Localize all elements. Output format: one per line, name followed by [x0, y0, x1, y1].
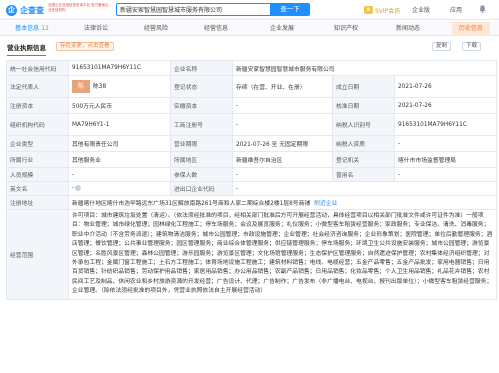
- legal-rep-cell: 陈陈38: [68, 75, 171, 98]
- search-box: [116, 3, 270, 16]
- established-label: 成立日期: [332, 75, 395, 98]
- table-row: 统一社会信用代码 91653101MA79H6Y11C 企业名称 新疆安家智慧园…: [6, 60, 497, 76]
- en-name-label: 英文名: [6, 181, 69, 196]
- section-title: 营业执照信息: [7, 44, 46, 56]
- bell-icon[interactable]: [478, 4, 487, 14]
- enterprise-link[interactable]: 企业版: [412, 5, 430, 14]
- address-cell: 新疆喀什地区喀什市浩罕路远东广场31区解放南路261号商和人家二期综合楼2楼1层…: [68, 195, 497, 210]
- logo-icon: 企: [6, 4, 17, 16]
- table-row: 企业类型 其他有限责任公司 营业期限 2021-07-26 至 无固定期限 纳税…: [6, 135, 497, 152]
- biz-reg-value: -: [232, 113, 333, 136]
- table-row: 注册资本 500万元人民币 实缴资本 - 核准日期 2021-07-26: [6, 97, 497, 114]
- staff-label: 人员规模: [6, 167, 69, 182]
- tab-legal[interactable]: 法律诉讼: [76, 22, 116, 36]
- authority-label: 登记机关: [332, 151, 395, 168]
- tab-ip[interactable]: 知识产权: [326, 22, 366, 36]
- biz-reg-label: 工商注册号: [170, 113, 233, 136]
- tab-bar: 基本信息 12 法律诉讼 经营风险 经营信息 企业发展 知识产权 新闻动态 历史信…: [0, 22, 499, 36]
- table-row: 组织机构代码 MA79H6Y1-1 工商注册号 - 纳税人识别号 9165310…: [6, 113, 497, 136]
- status-label: 登记状态: [170, 75, 233, 98]
- credit-code-label: 统一社会信用代码: [6, 60, 69, 76]
- term-value: 2021-07-26 至 无固定期限: [232, 135, 333, 152]
- address-label: 注册地址: [6, 195, 69, 210]
- tax-id-value: 91653101MA79H6Y11C: [394, 113, 497, 136]
- reg-capital-value: 500万元人民币: [68, 97, 171, 114]
- company-type-label: 企业类型: [6, 135, 69, 152]
- org-code-value: MA79H6Y1-1: [68, 113, 171, 136]
- scope-value: 许可项目：城市建筑垃圾处置（清运）。（依法须经批准的项目，经相关部门批准后方可开…: [68, 209, 497, 300]
- paid-capital-label: 实缴资本: [170, 97, 233, 114]
- authority-value: 喀什市市场监督管理局: [394, 151, 497, 168]
- section-header: 营业执照信息 存在变更，点击查看 复制 下载: [0, 38, 499, 56]
- scope-label: 经营范围: [6, 209, 69, 300]
- tab-development[interactable]: 企业发展: [262, 22, 302, 36]
- crown-icon: ♛: [364, 6, 373, 14]
- established-value: 2021-07-26: [394, 75, 497, 98]
- taxpayer-label: 纳税人资质: [332, 135, 395, 152]
- avatar: 陈: [72, 80, 90, 93]
- tab-count: 12: [41, 25, 49, 32]
- vip-link[interactable]: ♛ SVIP会员: [364, 5, 400, 15]
- company-name-value: 新疆安家智慧园智慧城市服务有限公司: [232, 60, 497, 76]
- insured-value: -: [232, 167, 333, 182]
- tab-label: 基本信息: [15, 25, 40, 32]
- info-icon[interactable]: [75, 185, 82, 192]
- tax-id-label: 纳税人识别号: [332, 113, 395, 136]
- region-label: 所属地区: [170, 151, 233, 168]
- industry-value: 其他服务业: [68, 151, 171, 168]
- table-row: 人员规模 - 参保人数 - 曾用名 -: [6, 167, 497, 182]
- logo-subtitle: 全国企业信用信息查询平台 官方备案企业征信机构: [48, 3, 109, 12]
- region-value: 新疆维吾尔自治区: [232, 151, 333, 168]
- logo-text: 企查查: [20, 5, 44, 15]
- credit-code-value: 91653101MA79H6Y11C: [68, 60, 171, 76]
- download-button[interactable]: 下载: [462, 42, 482, 51]
- tab-basic-info[interactable]: 基本信息 12: [8, 22, 56, 36]
- import-export-value: -: [232, 181, 497, 196]
- approval-label: 核准日期: [332, 97, 395, 114]
- reg-capital-label: 注册资本: [6, 97, 69, 114]
- en-name-value: -: [68, 181, 171, 196]
- business-license-table: 统一社会信用代码 91653101MA79H6Y11C 企业名称 新疆安家智慧园…: [6, 60, 497, 300]
- paid-capital-value: -: [232, 97, 333, 114]
- company-name-label: 企业名称: [170, 60, 233, 76]
- vip-label: SVIP会员: [375, 7, 401, 15]
- tab-risk[interactable]: 经营风险: [136, 22, 176, 36]
- org-code-label: 组织机构代码: [6, 113, 69, 136]
- logo[interactable]: 企 企查查: [6, 4, 44, 16]
- industry-label: 所属行业: [6, 151, 69, 168]
- table-row: 注册地址 新疆喀什地区喀什市浩罕路远东广场31区解放南路261号商和人家二期综合…: [6, 195, 497, 210]
- taxpayer-value: -: [394, 135, 497, 152]
- table-row: 经营范围 许可项目：城市建筑垃圾处置（清运）。（依法须经批准的项目，经相关部门批…: [6, 209, 497, 300]
- tab-news[interactable]: 新闻动态: [388, 22, 428, 36]
- import-export-label: 进出口企业代码: [170, 181, 233, 196]
- approval-value: 2021-07-26: [394, 97, 497, 114]
- staff-value: -: [68, 167, 171, 182]
- nearby-companies-link[interactable]: 附近企业: [314, 201, 337, 207]
- table-row: 所属行业 其他服务业 所属地区 新疆维吾尔自治区 登记机关 喀什市市场监督管理局: [6, 151, 497, 168]
- company-type-value: 其他有限责任公司: [68, 135, 171, 152]
- status-value: 存续（在营、开业、在册）: [232, 75, 333, 98]
- legal-rep-name[interactable]: 陈38: [93, 84, 106, 90]
- legal-rep-label: 法定代表人: [6, 75, 69, 98]
- table-row: 英文名 - 进出口企业代码 -: [6, 181, 497, 196]
- table-row: 法定代表人 陈陈38 登记状态 存续（在营、开业、在册） 成立日期 2021-0…: [6, 75, 497, 98]
- search-button[interactable]: 查一下: [270, 3, 310, 16]
- former-name-value: -: [394, 167, 497, 182]
- top-header: 企 企查查 全国企业信用信息查询平台 官方备案企业征信机构 查一下 ♛ SVIP…: [0, 0, 499, 20]
- tab-operation[interactable]: 经营信息: [196, 22, 236, 36]
- search-input[interactable]: [120, 4, 266, 15]
- app-link[interactable]: 应用: [450, 5, 462, 14]
- former-name-label: 曾用名: [332, 167, 395, 182]
- change-notice-link[interactable]: 存在变更，点击查看: [56, 42, 114, 51]
- copy-button[interactable]: 复制: [432, 42, 452, 51]
- term-label: 营业期限: [170, 135, 233, 152]
- tab-history[interactable]: 历史信息: [452, 22, 490, 36]
- insured-label: 参保人数: [170, 167, 233, 182]
- address-value: 新疆喀什地区喀什市浩罕路远东广场31区解放南路261号商和人家二期综合楼2楼1层…: [72, 201, 311, 207]
